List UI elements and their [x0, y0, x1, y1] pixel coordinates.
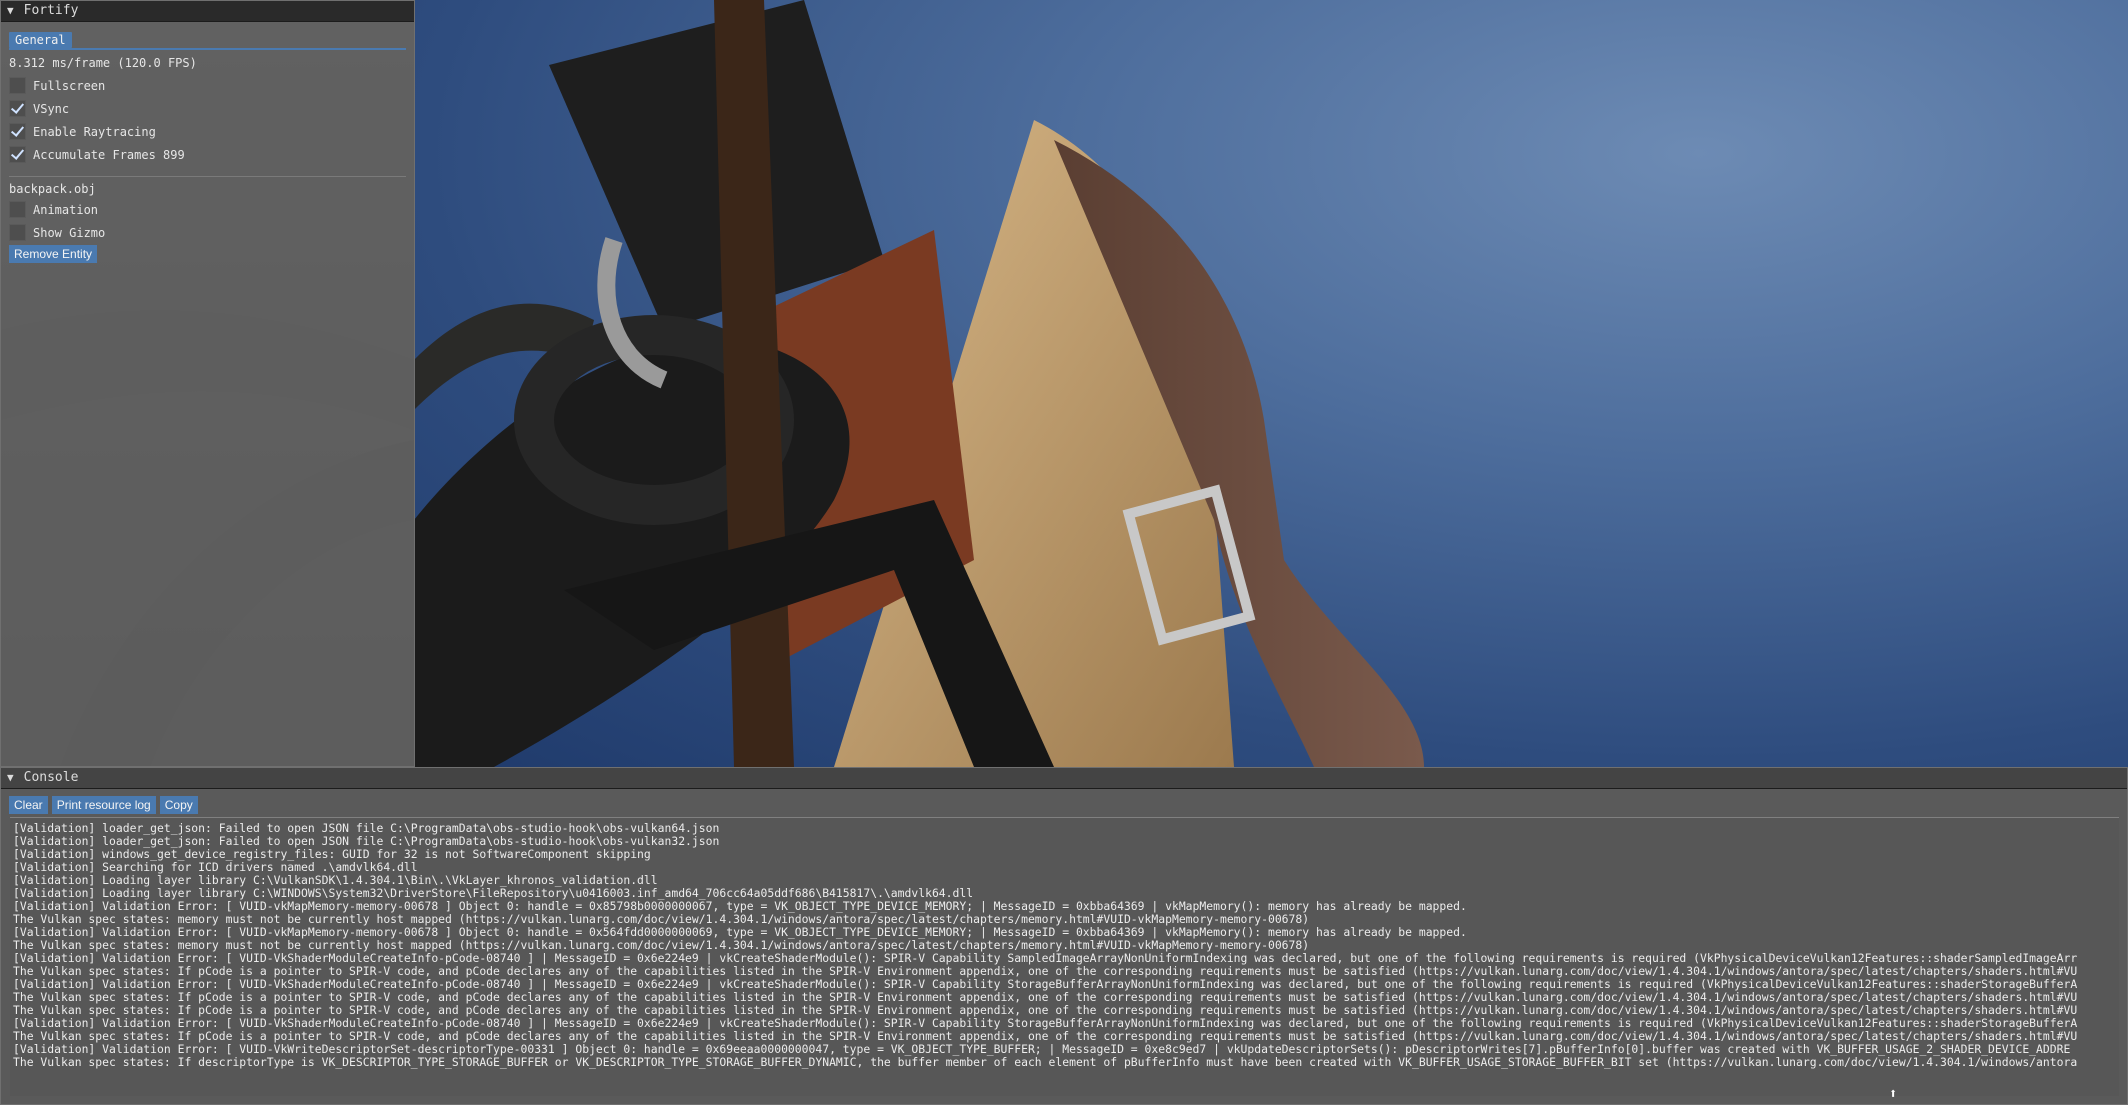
console-log-line: The Vulkan spec states: If descriptorTyp…	[13, 1055, 2078, 1069]
option-animation[interactable]: Animation	[9, 198, 406, 221]
vsync-label: VSync	[33, 101, 70, 116]
separator	[9, 176, 406, 177]
option-show-gizmo[interactable]: Show Gizmo	[9, 221, 406, 244]
console-title: Console	[23, 770, 79, 785]
fortify-title: Fortify	[23, 3, 79, 18]
option-fullscreen[interactable]: Fullscreen	[9, 74, 406, 97]
option-vsync[interactable]: VSync	[9, 97, 406, 120]
accumulate-frames-checkbox[interactable]	[9, 146, 26, 163]
raytracing-label: Enable Raytracing	[33, 124, 156, 139]
console-log[interactable]: [Validation] loader_get_json: Failed to …	[10, 817, 2119, 1096]
console-titlebar[interactable]: ▼ Console	[1, 768, 2127, 789]
animation-checkbox[interactable]	[9, 201, 26, 218]
fortify-panel[interactable]: ▼ Fortify General 8.312 ms/frame (120.0 …	[0, 0, 415, 767]
backpack-model	[414, 0, 1424, 767]
option-accumulate-frames[interactable]: Accumulate Frames 899	[9, 143, 406, 166]
frame-stats: 8.312 ms/frame (120.0 FPS)	[9, 56, 197, 70]
fullscreen-checkbox[interactable]	[9, 77, 26, 94]
copy-button[interactable]: Copy	[159, 796, 198, 814]
remove-entity-button[interactable]: Remove Entity	[9, 245, 98, 263]
accumulate-frames-label: Accumulate Frames 899	[33, 147, 185, 162]
console-panel[interactable]: ▼ Console Clear Print resource log Copy …	[0, 767, 2128, 1105]
tab-underline	[9, 48, 406, 50]
triangle-down-icon[interactable]: ▼	[7, 1, 14, 21]
animation-label: Animation	[33, 202, 99, 217]
triangle-down-icon[interactable]: ▼	[7, 768, 14, 788]
entity-name: backpack.obj	[9, 182, 96, 196]
show-gizmo-label: Show Gizmo	[33, 225, 106, 240]
print-resource-log-button[interactable]: Print resource log	[51, 796, 156, 814]
raytracing-checkbox[interactable]	[9, 123, 26, 140]
fullscreen-label: Fullscreen	[33, 78, 106, 93]
vsync-checkbox[interactable]	[9, 100, 26, 117]
option-raytracing[interactable]: Enable Raytracing	[9, 120, 406, 143]
show-gizmo-checkbox[interactable]	[9, 224, 26, 241]
clear-button[interactable]: Clear	[9, 796, 48, 814]
fortify-titlebar[interactable]: ▼ Fortify	[1, 1, 414, 22]
mouse-cursor-icon: ⬆	[1889, 1086, 1898, 1102]
tab-general[interactable]: General	[9, 32, 72, 48]
render-viewport[interactable]	[414, 0, 2128, 767]
